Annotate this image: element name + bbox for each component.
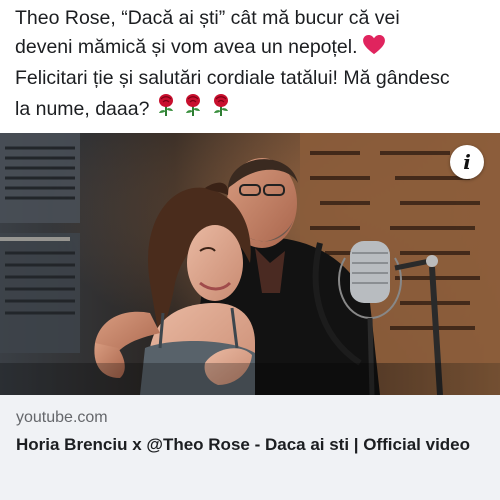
post-text-line-4: la nume, daaa? [15,93,485,126]
rose-emoji [182,93,204,126]
post-text-line-1: Theo Rose, “Dacă ai ști” cât mă bucur că… [15,7,400,29]
heart-emoji [363,35,385,64]
link-domain: youtube.com [16,409,108,426]
post-text-line-3: Felicitari ție și salutări cordiale tată… [15,67,450,89]
link-preview-card[interactable]: youtube.com Horia Brenciu x @Theo Rose -… [0,395,500,500]
video-thumbnail[interactable]: i [0,133,500,395]
facebook-post: Theo Rose, “Dacă ai ști” cât mă bucur că… [0,0,500,500]
info-button[interactable]: i [450,145,484,179]
video-thumbnail-image [0,133,500,395]
rose-emoji [155,93,177,126]
link-title[interactable]: Horia Brenciu x @Theo Rose - Daca ai sti… [16,433,476,457]
info-icon: i [463,150,471,174]
post-text-line-2-text: deveni mămică și vom avea un nepoțel. [15,36,358,58]
post-text-line-2: deveni mămică și vom avea un nepoțel. [15,33,485,64]
post-text: Theo Rose, “Dacă ai ști” cât mă bucur că… [15,4,485,126]
post-text-line-4-text: la nume, daaa? [15,98,150,120]
rose-emoji [210,93,232,126]
